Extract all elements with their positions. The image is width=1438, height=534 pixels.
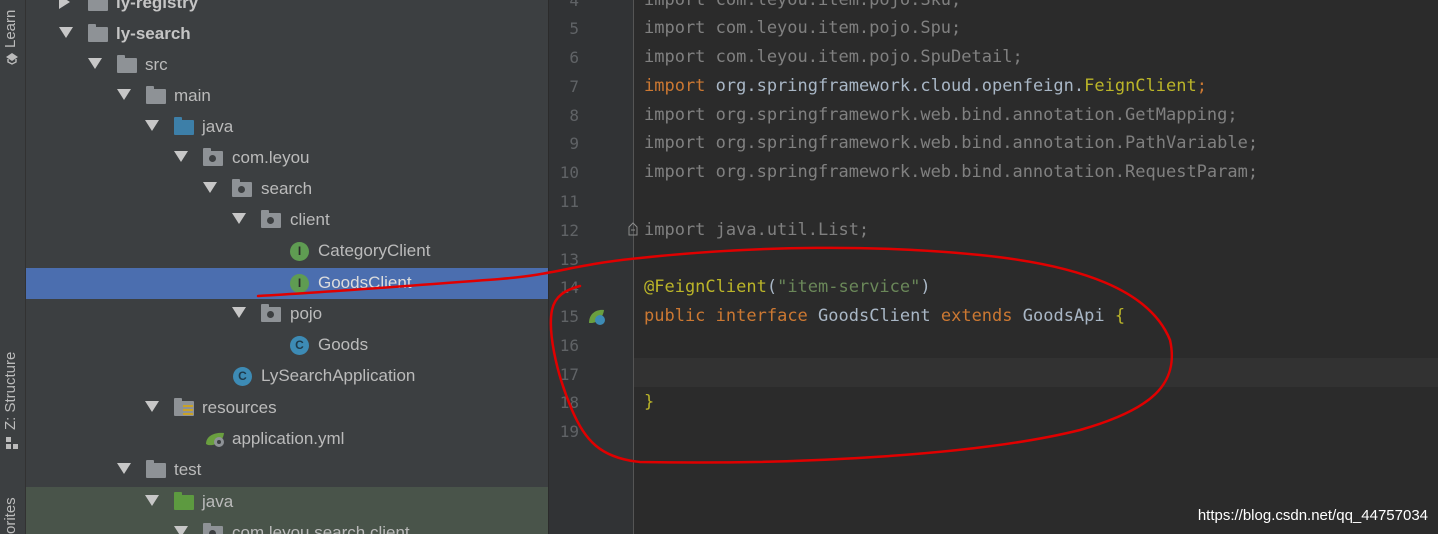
package-icon [203, 148, 223, 166]
collapse-arrow-icon[interactable] [232, 307, 246, 318]
watermark: https://blog.csdn.net/qq_44757034 [1197, 507, 1428, 524]
interface-icon: I [290, 274, 309, 293]
tree-item-goodsclient[interactable]: I GoodsClient [26, 268, 548, 299]
tree-item-application-yml[interactable]: application.yml [26, 424, 548, 455]
keyword-interface: interface [715, 306, 808, 326]
feignclient-import-name: FeignClient [1084, 76, 1197, 96]
module-folder-icon [88, 24, 108, 42]
line-number: 10 [559, 163, 579, 182]
tree-item-main[interactable]: main [26, 81, 548, 112]
module-folder-icon [88, 0, 108, 11]
string-literal: "item-service" [777, 277, 921, 297]
spring-boot-class-icon: C [233, 367, 252, 386]
tree-item-search[interactable]: search [26, 174, 548, 205]
source-folder-icon [174, 117, 194, 135]
tree-item-client[interactable]: client [26, 205, 548, 236]
tree-item-lysearchapplication[interactable]: C LySearchApplication [26, 361, 548, 392]
line-number: 13 [559, 250, 579, 269]
annotation-token: @FeignClient [644, 277, 767, 297]
code-line-9[interactable]: import org.springframework.web.bind.anno… [644, 133, 1258, 153]
interface-icon: I [290, 242, 309, 261]
tree-item-com-leyou[interactable]: com.leyou [26, 143, 548, 174]
tree-item-categoryclient[interactable]: I CategoryClient [26, 236, 548, 267]
line-number: 15 [559, 307, 579, 326]
line-number: 9 [569, 134, 579, 153]
code-line-4[interactable]: import com.leyou.item.pojo.Sku; [644, 0, 961, 10]
tree-item-java-test[interactable]: java [26, 487, 548, 518]
spring-yml-icon [206, 432, 224, 447]
line-number: 5 [569, 19, 579, 38]
code-line-6[interactable]: import com.leyou.item.pojo.SpuDetail; [644, 47, 1023, 67]
collapse-arrow-icon[interactable] [117, 463, 131, 474]
code-line-10[interactable]: import org.springframework.web.bind.anno… [644, 162, 1258, 182]
tree-item-resources[interactable]: resources [26, 393, 548, 424]
collapse-arrow-icon[interactable] [88, 58, 102, 69]
package-icon [261, 210, 281, 228]
collapse-arrow-icon[interactable] [59, 27, 73, 38]
package-icon [203, 523, 223, 534]
code-line-8[interactable]: import org.springframework.web.bind.anno… [644, 105, 1238, 125]
project-tree: ly-registry ly-search src main java com.… [26, 0, 548, 534]
collapse-arrow-icon[interactable] [117, 89, 131, 100]
collapse-arrow-icon[interactable] [232, 213, 246, 224]
code-line-5[interactable]: import com.leyou.item.pojo.Spu; [644, 18, 961, 38]
collapse-arrow-icon[interactable] [145, 120, 159, 131]
folder-icon [146, 460, 166, 478]
line-number: 4 [569, 0, 579, 10]
folder-icon [117, 55, 137, 73]
code-line-12[interactable]: import java.util.List; [644, 220, 869, 240]
collapse-arrow-icon[interactable] [145, 401, 159, 412]
folder-icon [146, 86, 166, 104]
keyword-extends: extends [940, 306, 1013, 326]
tree-item-ly-registry[interactable]: ly-registry [26, 0, 548, 19]
keyword-public: public [644, 306, 706, 326]
tree-item-java-main[interactable]: java [26, 112, 548, 143]
learn-icon [6, 53, 18, 65]
tree-item-com-leyou-search-client[interactable]: com.leyou.search.client [26, 518, 548, 534]
line-number: 12 [559, 221, 579, 240]
test-source-folder-icon [174, 492, 194, 510]
line-number: 19 [559, 422, 579, 441]
package-icon [232, 179, 252, 197]
code-line-7[interactable]: import org.springframework.cloud.openfei… [644, 76, 1207, 96]
tree-item-test[interactable]: test [26, 455, 548, 486]
code-line-18[interactable]: } [644, 392, 654, 412]
collapse-arrow-icon[interactable] [145, 495, 159, 506]
line-number: 6 [569, 48, 579, 67]
structure-icon [6, 437, 18, 449]
tree-item-pojo[interactable]: pojo [26, 299, 548, 330]
code-line-14[interactable]: @FeignClient("item-service") [644, 277, 931, 297]
code-editor[interactable]: 4 5 6 7 8 9 10 11 12 13 14 15 16 17 18 1… [549, 0, 1438, 534]
line-number: 7 [569, 77, 579, 96]
line-number: 11 [559, 192, 579, 211]
fold-marker-icon[interactable] [627, 222, 639, 236]
import-keyword: import [644, 76, 706, 96]
open-brace: { [1114, 306, 1126, 326]
package-icon [261, 304, 281, 322]
line-number: 17 [559, 365, 579, 384]
resources-bars-icon [183, 405, 193, 415]
expand-arrow-icon[interactable] [59, 0, 70, 9]
semicolon: ; [1196, 76, 1207, 96]
collapse-arrow-icon[interactable] [203, 182, 217, 193]
line-number: 8 [569, 106, 579, 125]
class-icon: C [290, 336, 309, 355]
line-number: 18 [559, 393, 579, 412]
line-number: 16 [559, 336, 579, 355]
tree-item-src[interactable]: src [26, 50, 548, 81]
resources-folder-icon [174, 398, 194, 416]
line-number: 14 [559, 278, 579, 297]
tree-item-ly-search[interactable]: ly-search [26, 19, 548, 50]
collapse-arrow-icon[interactable] [174, 526, 188, 534]
code-line-15[interactable]: public interface GoodsClient extends Goo… [644, 306, 1125, 326]
current-line-highlight [634, 358, 1438, 387]
spring-bean-gutter-icon[interactable] [587, 307, 607, 327]
tree-item-goods[interactable]: C Goods [26, 330, 548, 361]
tool-window-strip: Learn Z: Structure orites [0, 0, 26, 534]
collapse-arrow-icon[interactable] [174, 151, 188, 162]
